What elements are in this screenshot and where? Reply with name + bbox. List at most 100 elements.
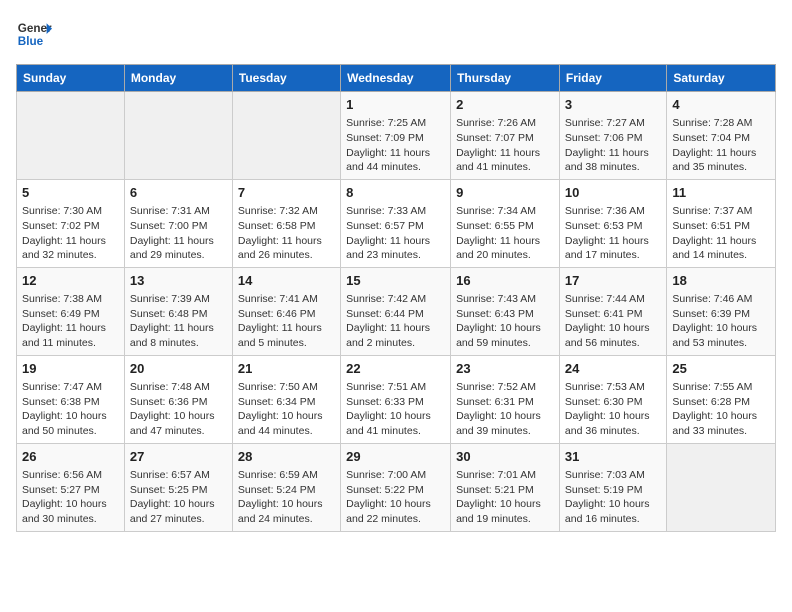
day-number: 25 <box>672 360 770 378</box>
day-header-friday: Friday <box>559 65 666 92</box>
day-number: 6 <box>130 184 227 202</box>
logo-icon: General Blue <box>16 16 52 52</box>
day-info: Sunrise: 7:32 AM Sunset: 6:58 PM Dayligh… <box>238 204 335 263</box>
day-cell: 30Sunrise: 7:01 AM Sunset: 5:21 PM Dayli… <box>451 443 560 531</box>
day-info: Sunrise: 7:46 AM Sunset: 6:39 PM Dayligh… <box>672 292 770 351</box>
day-cell: 27Sunrise: 6:57 AM Sunset: 5:25 PM Dayli… <box>124 443 232 531</box>
day-cell: 13 Sunrise: 7:39 AM Sunset: 6:48 PM Dayli… <box>124 267 232 355</box>
day-info: Sunrise: 7:31 AM Sunset: 7:00 PM Dayligh… <box>130 204 227 263</box>
day-info: Sunrise: 6:56 AM Sunset: 5:27 PM Dayligh… <box>22 468 119 527</box>
day-cell: 8Sunrise: 7:33 AM Sunset: 6:57 PM Daylig… <box>341 179 451 267</box>
day-cell: 6 Sunrise: 7:31 AM Sunset: 7:00 PM Daylig… <box>124 179 232 267</box>
day-header-thursday: Thursday <box>451 65 560 92</box>
day-header-wednesday: Wednesday <box>341 65 451 92</box>
day-info: Sunrise: 7:48 AM Sunset: 6:36 PM Dayligh… <box>130 380 227 439</box>
day-number: 20 <box>130 360 227 378</box>
day-info: Sunrise: 7:03 AM Sunset: 5:19 PM Dayligh… <box>565 468 661 527</box>
day-info: Sunrise: 7:28 AM Sunset: 7:04 PM Dayligh… <box>672 116 770 175</box>
day-number: 19 <box>22 360 119 378</box>
day-number: 3 <box>565 96 661 114</box>
day-number: 21 <box>238 360 335 378</box>
day-cell: 4Sunrise: 7:28 AM Sunset: 7:04 PM Daylig… <box>667 92 776 180</box>
day-cell: 31 Sunrise: 7:03 AM Sunset: 5:19 PM Dayli… <box>559 443 666 531</box>
day-header-tuesday: Tuesday <box>232 65 340 92</box>
day-cell: 11 Sunrise: 7:37 AM Sunset: 6:51 PM Dayli… <box>667 179 776 267</box>
day-info: Sunrise: 7:53 AM Sunset: 6:30 PM Dayligh… <box>565 380 661 439</box>
day-info: Sunrise: 7:42 AM Sunset: 6:44 PM Dayligh… <box>346 292 445 351</box>
day-cell: 16 Sunrise: 7:43 AM Sunset: 6:43 PM Dayli… <box>451 267 560 355</box>
day-number: 23 <box>456 360 554 378</box>
svg-text:Blue: Blue <box>18 35 44 48</box>
day-number: 9 <box>456 184 554 202</box>
day-cell: 18 Sunrise: 7:46 AM Sunset: 6:39 PM Dayli… <box>667 267 776 355</box>
day-cell: 28 Sunrise: 6:59 AM Sunset: 5:24 PM Dayli… <box>232 443 340 531</box>
day-cell: 22 Sunrise: 7:51 AM Sunset: 6:33 PM Dayli… <box>341 355 451 443</box>
day-number: 5 <box>22 184 119 202</box>
logo: General Blue <box>16 16 52 52</box>
day-header-saturday: Saturday <box>667 65 776 92</box>
day-cell <box>124 92 232 180</box>
day-cell: 7 Sunrise: 7:32 AM Sunset: 6:58 PM Daylig… <box>232 179 340 267</box>
day-info: Sunrise: 7:26 AM Sunset: 7:07 PM Dayligh… <box>456 116 554 175</box>
day-cell: 10Sunrise: 7:36 AM Sunset: 6:53 PM Dayli… <box>559 179 666 267</box>
day-info: Sunrise: 7:27 AM Sunset: 7:06 PM Dayligh… <box>565 116 661 175</box>
day-cell: 9 Sunrise: 7:34 AM Sunset: 6:55 PM Daylig… <box>451 179 560 267</box>
day-number: 26 <box>22 448 119 466</box>
day-number: 7 <box>238 184 335 202</box>
day-info: Sunrise: 7:34 AM Sunset: 6:55 PM Dayligh… <box>456 204 554 263</box>
day-cell: 2 Sunrise: 7:26 AM Sunset: 7:07 PM Daylig… <box>451 92 560 180</box>
day-cell: 5 Sunrise: 7:30 AM Sunset: 7:02 PM Daylig… <box>17 179 125 267</box>
day-number: 12 <box>22 272 119 290</box>
day-number: 10 <box>565 184 661 202</box>
page-header: General Blue <box>16 16 776 52</box>
day-info: Sunrise: 7:33 AM Sunset: 6:57 PM Dayligh… <box>346 204 445 263</box>
day-info: Sunrise: 7:43 AM Sunset: 6:43 PM Dayligh… <box>456 292 554 351</box>
day-info: Sunrise: 7:30 AM Sunset: 7:02 PM Dayligh… <box>22 204 119 263</box>
day-number: 17 <box>565 272 661 290</box>
day-header-sunday: Sunday <box>17 65 125 92</box>
day-cell: 1Sunrise: 7:25 AM Sunset: 7:09 PM Daylig… <box>341 92 451 180</box>
day-number: 28 <box>238 448 335 466</box>
day-number: 18 <box>672 272 770 290</box>
day-cell: 14Sunrise: 7:41 AM Sunset: 6:46 PM Dayli… <box>232 267 340 355</box>
day-cell: 17 Sunrise: 7:44 AM Sunset: 6:41 PM Dayli… <box>559 267 666 355</box>
day-info: Sunrise: 7:50 AM Sunset: 6:34 PM Dayligh… <box>238 380 335 439</box>
day-cell: 29 Sunrise: 7:00 AM Sunset: 5:22 PM Dayli… <box>341 443 451 531</box>
day-header-monday: Monday <box>124 65 232 92</box>
day-info: Sunrise: 7:47 AM Sunset: 6:38 PM Dayligh… <box>22 380 119 439</box>
day-info: Sunrise: 7:51 AM Sunset: 6:33 PM Dayligh… <box>346 380 445 439</box>
day-info: Sunrise: 7:38 AM Sunset: 6:49 PM Dayligh… <box>22 292 119 351</box>
day-cell: 12 Sunrise: 7:38 AM Sunset: 6:49 PM Dayli… <box>17 267 125 355</box>
day-number: 11 <box>672 184 770 202</box>
week-row-3: 12 Sunrise: 7:38 AM Sunset: 6:49 PM Dayli… <box>17 267 776 355</box>
week-row-2: 5 Sunrise: 7:30 AM Sunset: 7:02 PM Daylig… <box>17 179 776 267</box>
day-info: Sunrise: 7:00 AM Sunset: 5:22 PM Dayligh… <box>346 468 445 527</box>
day-cell: 3 Sunrise: 7:27 AM Sunset: 7:06 PM Daylig… <box>559 92 666 180</box>
day-info: Sunrise: 7:39 AM Sunset: 6:48 PM Dayligh… <box>130 292 227 351</box>
day-number: 27 <box>130 448 227 466</box>
day-number: 31 <box>565 448 661 466</box>
day-number: 29 <box>346 448 445 466</box>
week-row-4: 19 Sunrise: 7:47 AM Sunset: 6:38 PM Dayli… <box>17 355 776 443</box>
day-number: 24 <box>565 360 661 378</box>
days-header-row: SundayMondayTuesdayWednesdayThursdayFrid… <box>17 65 776 92</box>
day-number: 16 <box>456 272 554 290</box>
day-info: Sunrise: 7:44 AM Sunset: 6:41 PM Dayligh… <box>565 292 661 351</box>
day-number: 14 <box>238 272 335 290</box>
day-number: 22 <box>346 360 445 378</box>
day-cell: 26 Sunrise: 6:56 AM Sunset: 5:27 PM Dayli… <box>17 443 125 531</box>
day-cell: 20 Sunrise: 7:48 AM Sunset: 6:36 PM Dayli… <box>124 355 232 443</box>
calendar-table: SundayMondayTuesdayWednesdayThursdayFrid… <box>16 64 776 532</box>
day-number: 2 <box>456 96 554 114</box>
day-cell <box>667 443 776 531</box>
day-cell <box>232 92 340 180</box>
day-cell <box>17 92 125 180</box>
day-cell: 25Sunrise: 7:55 AM Sunset: 6:28 PM Dayli… <box>667 355 776 443</box>
day-info: Sunrise: 7:37 AM Sunset: 6:51 PM Dayligh… <box>672 204 770 263</box>
day-number: 13 <box>130 272 227 290</box>
day-info: Sunrise: 6:59 AM Sunset: 5:24 PM Dayligh… <box>238 468 335 527</box>
calendar-body: 1Sunrise: 7:25 AM Sunset: 7:09 PM Daylig… <box>17 92 776 532</box>
day-cell: 19 Sunrise: 7:47 AM Sunset: 6:38 PM Dayli… <box>17 355 125 443</box>
day-number: 30 <box>456 448 554 466</box>
day-cell: 21 Sunrise: 7:50 AM Sunset: 6:34 PM Dayli… <box>232 355 340 443</box>
